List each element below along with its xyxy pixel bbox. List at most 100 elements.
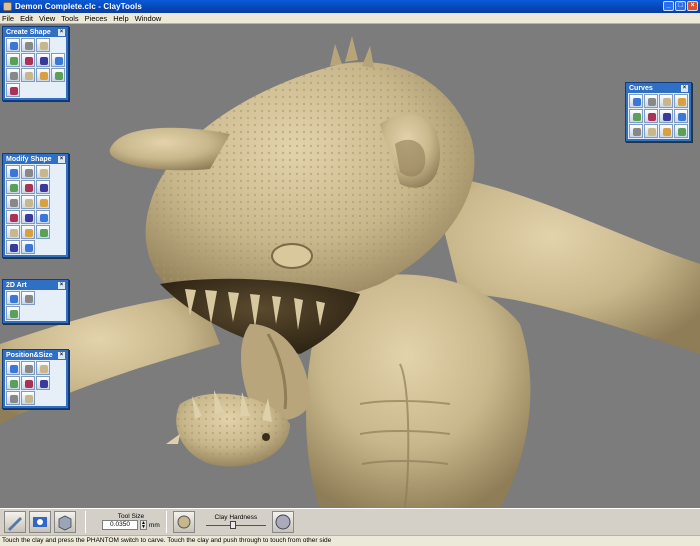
empty-tool-slot [51,240,65,254]
box-tool-button[interactable] [54,510,76,533]
emboss-icon[interactable] [36,195,50,209]
globe-icon[interactable] [6,195,20,209]
brush-icon[interactable] [21,210,35,224]
flatten-icon[interactable] [21,180,35,194]
zoom-icon[interactable] [21,391,35,405]
tube-icon[interactable] [659,94,673,108]
modify-shape-palette: Modify Shape × [2,153,69,258]
minimize-button[interactable]: _ [663,1,674,11]
sphere-icon [275,514,291,529]
menu-window[interactable]: Window [135,14,162,23]
menu-file[interactable]: File [2,14,14,23]
globe-icon[interactable] [674,124,688,138]
close-icon[interactable]: × [58,156,65,163]
hardness-tool-button[interactable] [172,510,195,533]
pinch-icon[interactable] [36,180,50,194]
sphere-tool-button[interactable] [271,510,294,533]
pin-icon[interactable] [659,109,673,123]
create-shape-palette: Create Shape × [2,26,69,101]
lathe-icon[interactable] [21,195,35,209]
close-icon[interactable]: × [58,29,65,36]
sketch-icon[interactable] [6,291,20,305]
box-icon[interactable] [6,38,20,52]
empty-tool-slot [36,291,50,305]
orbit-icon[interactable] [36,376,50,390]
menu-help[interactable]: Help [113,14,128,23]
clay-hardness-slider[interactable] [205,521,266,529]
view-tool-button[interactable] [29,510,51,533]
2d-art-tools [5,290,66,321]
twist-icon[interactable] [6,210,20,224]
curve-icon[interactable] [629,94,643,108]
ring-icon[interactable] [674,94,688,108]
close-icon[interactable]: × [681,85,688,92]
modify-shape-tools [5,164,66,255]
tilt-icon[interactable] [6,391,20,405]
close-icon[interactable]: × [58,282,65,289]
close-button[interactable]: × [687,1,698,11]
sculpt-viewport[interactable]: Create Shape × Modify Shape × 2D Art × P… [0,24,700,508]
carve-icon [8,516,22,531]
menu-edit[interactable]: Edit [20,14,33,23]
modify-shape-title: Modify Shape [6,156,52,163]
position-size-palette: Position&Size × [2,349,69,409]
pull-icon[interactable] [36,165,50,179]
image-icon[interactable] [6,306,20,320]
bottom-toolbar: Tool Size 0.0350 ▲ ▼ mm Clay Hardness [0,508,700,534]
lock-icon[interactable] [6,376,20,390]
stamp-icon[interactable] [6,180,20,194]
scissors-icon[interactable] [629,109,643,123]
status-bar: Touch the clay and press the PHANTOM swi… [0,535,700,546]
empty-tool-slot [51,210,65,224]
tool-size-input[interactable]: 0.0350 [102,520,138,530]
trash-icon[interactable] [644,124,658,138]
cup-icon[interactable] [6,68,20,82]
close-icon[interactable]: × [58,352,65,359]
tool-size-spinner[interactable]: ▲ ▼ [140,520,147,530]
oval-icon[interactable] [36,53,50,67]
view-icon [33,516,47,527]
column-icon[interactable] [6,53,20,67]
slider-knob[interactable] [230,521,237,529]
carve-icon[interactable] [6,165,20,179]
carve-tool-button[interactable] [4,510,26,533]
import-icon[interactable] [6,83,20,97]
bend-icon[interactable] [6,225,20,239]
cone-icon[interactable] [36,361,50,375]
bevel-icon[interactable] [644,109,658,123]
empty-tool-slot [51,291,65,305]
cylinder-icon[interactable] [21,53,35,67]
empty-tool-slot [51,391,65,405]
texture-icon[interactable] [21,225,35,239]
rounded-box-icon[interactable] [21,38,35,52]
rotate-view-icon[interactable] [21,376,35,390]
clay-hardness-label: Clay Hardness [214,514,258,521]
smooth-icon[interactable] [21,165,35,179]
menu-pieces[interactable]: Pieces [85,14,108,23]
clay-model[interactable] [0,24,700,508]
empty-tool-slot [51,376,65,390]
ball-icon[interactable] [51,68,65,82]
grid-icon[interactable] [21,240,35,254]
create-shape-tools [5,37,66,98]
flat-box-icon[interactable] [36,38,50,52]
sweep-icon[interactable] [644,94,658,108]
cone-icon[interactable] [21,68,35,82]
wedge-icon[interactable] [36,68,50,82]
line-icon[interactable] [21,291,35,305]
rotate-icon[interactable] [21,361,35,375]
sphere-icon[interactable] [51,53,65,67]
spiral-icon[interactable] [674,109,688,123]
swirl-icon[interactable] [36,225,50,239]
menu-view[interactable]: View [39,14,55,23]
menu-tools[interactable]: Tools [61,14,79,23]
smudge-icon[interactable] [36,210,50,224]
move-icon[interactable] [6,361,20,375]
app-icon [3,2,12,11]
shield-icon[interactable] [659,124,673,138]
maximize-button[interactable]: □ [675,1,686,11]
arrow-icon[interactable] [629,124,643,138]
scale-icon[interactable] [6,240,20,254]
curves-title: Curves [629,85,653,92]
title-bar: Demon Complete.clc - ClayTools _ □ × [0,0,700,13]
